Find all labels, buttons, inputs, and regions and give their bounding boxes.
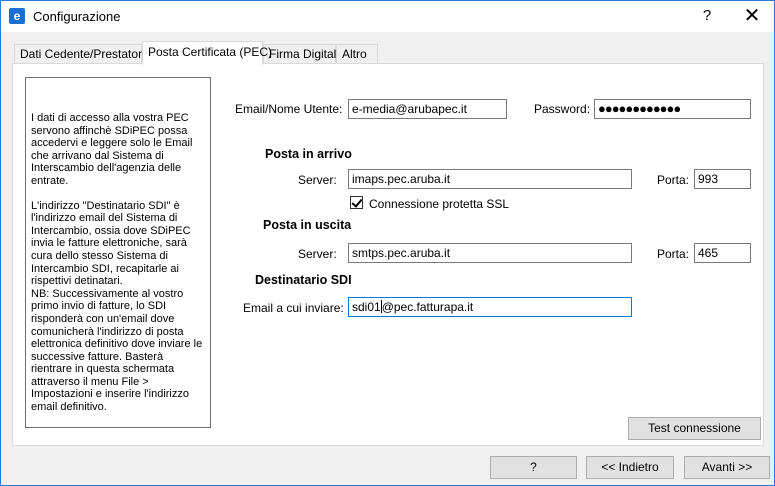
email-field[interactable]: e-media@arubapec.it bbox=[348, 99, 507, 119]
configuration-window: e Configurazione ? ✕ Dati Cedente/Presta… bbox=[0, 0, 775, 486]
incoming-server-field[interactable]: imaps.pec.aruba.it bbox=[348, 169, 632, 189]
sdi-email-text-start: sdi01 bbox=[352, 300, 381, 314]
back-button[interactable]: << Indietro bbox=[586, 456, 674, 479]
close-icon[interactable]: ✕ bbox=[738, 6, 766, 26]
help-button[interactable]: ? bbox=[490, 456, 577, 479]
incoming-port-field[interactable]: 993 bbox=[694, 169, 751, 189]
tab-dati-cedente[interactable]: Dati Cedente/Prestatore bbox=[14, 44, 149, 64]
outgoing-port-label: Porta: bbox=[657, 247, 690, 261]
tab-firma-digitale[interactable]: Firma Digitale bbox=[263, 44, 343, 64]
test-connection-button[interactable]: Test connessione bbox=[628, 417, 761, 440]
title-bar: e Configurazione ? ✕ bbox=[1, 1, 774, 32]
password-label: Password: bbox=[534, 102, 591, 116]
tab-posta-certificata[interactable]: Posta Certificata (PEC) bbox=[142, 41, 272, 65]
sdi-email-field[interactable]: sdi01@pec.fatturapa.it bbox=[348, 297, 632, 317]
sdi-email-label: Email a cui inviare: bbox=[243, 301, 344, 315]
outgoing-port-field[interactable]: 465 bbox=[694, 243, 751, 263]
next-button[interactable]: Avanti >> bbox=[684, 456, 770, 479]
password-field[interactable]: ●●●●●●●●●●●● bbox=[594, 99, 751, 119]
outgoing-server-label: Server: bbox=[298, 247, 337, 261]
tab-altro[interactable]: Altro bbox=[336, 44, 378, 64]
incoming-section-title: Posta in arrivo bbox=[265, 147, 352, 161]
window-title: Configurazione bbox=[33, 9, 121, 24]
ssl-label: Connessione protetta SSL bbox=[369, 197, 510, 211]
outgoing-server-field[interactable]: smtps.pec.aruba.it bbox=[348, 243, 632, 263]
email-label: Email/Nome Utente: bbox=[235, 102, 343, 116]
sdi-email-text-end: @pec.fatturapa.it bbox=[381, 300, 474, 314]
info-paragraph-1: I dati di accesso alla vostra PEC servon… bbox=[31, 112, 193, 187]
info-paragraph-3: NB: Successivamente al vostro primo invi… bbox=[31, 287, 203, 414]
info-text-box: I dati di accesso alla vostra PEC servon… bbox=[25, 77, 211, 428]
info-paragraph-2: L'indirizzo "Destinatario SDI" è l'indir… bbox=[31, 199, 191, 288]
incoming-server-label: Server: bbox=[298, 173, 337, 187]
outgoing-section-title: Posta in uscita bbox=[263, 218, 352, 232]
app-icon: e bbox=[9, 8, 25, 24]
ssl-checkbox[interactable] bbox=[350, 196, 363, 209]
help-titlebar-button[interactable]: ? bbox=[693, 6, 721, 26]
sdi-section-title: Destinatario SDI bbox=[255, 273, 352, 287]
incoming-port-label: Porta: bbox=[657, 173, 690, 187]
